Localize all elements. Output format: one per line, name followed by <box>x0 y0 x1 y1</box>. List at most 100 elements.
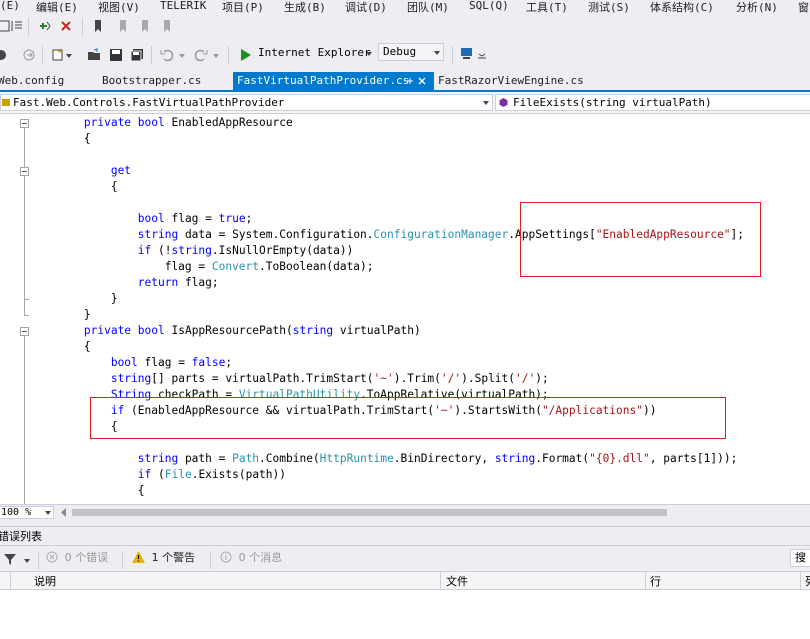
menu-item-telerik[interactable]: TELERIK <box>160 0 206 12</box>
highlight-box-appsettings <box>520 202 761 277</box>
back-icon[interactable] <box>0 48 8 62</box>
code-line[interactable]: bool flag = true; <box>30 211 253 227</box>
toolbar-separator <box>42 46 43 64</box>
add-comment-icon[interactable] <box>38 19 52 33</box>
prev-bookmark-icon[interactable] <box>114 19 128 33</box>
code-line[interactable]: if (File.Exists(path)) <box>30 467 286 483</box>
chevron-down-icon <box>45 511 51 515</box>
save-icon[interactable] <box>109 48 123 62</box>
menu-item-project[interactable]: 项目(P) <box>222 0 264 14</box>
code-line[interactable]: { <box>30 131 91 147</box>
close-icon[interactable] <box>418 77 426 85</box>
format-icon[interactable] <box>10 19 24 33</box>
error-icon <box>46 551 58 563</box>
redo-icon[interactable] <box>194 48 208 62</box>
code-line[interactable]: flag = Convert.ToBoolean(data); <box>30 259 374 275</box>
fold-toggle[interactable] <box>20 119 29 128</box>
panel-splitter[interactable] <box>0 520 810 527</box>
clear-bookmarks-icon[interactable] <box>158 19 172 33</box>
solution-configuration-value: Debug <box>383 45 417 58</box>
run-target-label[interactable]: Internet Explorer <box>258 46 371 59</box>
menu-item-analyze[interactable]: 分析(N) <box>736 0 778 14</box>
column-separator[interactable] <box>645 572 646 590</box>
bookmark-icon[interactable] <box>91 19 105 33</box>
editor-gutter <box>0 114 14 504</box>
save-all-icon[interactable] <box>130 48 144 62</box>
toolbar-top <box>0 14 810 40</box>
column-separator[interactable] <box>10 572 11 590</box>
menu-item-view[interactable]: 视图(V) <box>98 0 140 14</box>
warnings-filter-button[interactable]: 1 个警告 <box>132 549 195 565</box>
code-line[interactable]: private bool IsAppResourcePath(string vi… <box>30 323 421 339</box>
menu-item-architecture[interactable]: 体系结构(C) <box>650 0 714 14</box>
tab-web-config[interactable]: Web.config <box>0 72 68 90</box>
messages-filter-button[interactable]: 0 个消息 <box>220 549 282 565</box>
column-separator[interactable] <box>440 572 441 590</box>
menu-item-sql[interactable]: SQL(Q) <box>469 0 509 12</box>
forward-icon[interactable] <box>22 48 36 62</box>
horizontal-scrollbar-thumb[interactable] <box>72 509 667 516</box>
code-line[interactable]: { <box>30 339 91 355</box>
menu-item-build[interactable]: 生成(B) <box>284 0 326 14</box>
column-description[interactable]: 说明 <box>34 573 56 590</box>
code-line[interactable]: string path = Path.Combine(HttpRuntime.B… <box>30 451 738 467</box>
code-line[interactable]: return flag; <box>30 275 219 291</box>
menu-item-edit-partial[interactable]: (E) <box>0 0 20 12</box>
new-project-icon[interactable] <box>51 48 65 62</box>
fold-toggle[interactable] <box>20 167 29 176</box>
tab-fast-virtual-path-provider[interactable]: FastVirtualPathProvider.cs <box>233 72 434 90</box>
scroll-left-icon[interactable] <box>60 508 68 517</box>
warning-icon <box>132 551 145 563</box>
type-dropdown[interactable]: Fast.Web.Controls.FastVirtualPathProvide… <box>0 94 493 111</box>
column-separator[interactable] <box>800 572 801 590</box>
info-icon <box>220 551 232 563</box>
code-line[interactable]: } <box>30 307 91 323</box>
menu-item-test[interactable]: 测试(S) <box>588 0 630 14</box>
new-project-dropdown-icon[interactable] <box>66 53 72 59</box>
code-line[interactable]: get <box>30 163 131 179</box>
open-file-icon[interactable] <box>87 48 101 62</box>
undo-dropdown-icon[interactable] <box>179 53 185 59</box>
toolbar-options-icon[interactable] <box>478 52 486 60</box>
menu-item-edit[interactable]: 编辑(E) <box>36 0 78 14</box>
code-line[interactable]: { <box>30 483 145 499</box>
filter-icon[interactable] <box>4 554 16 565</box>
menu-item-tools[interactable]: 工具(T) <box>526 0 568 14</box>
fold-end <box>24 299 29 300</box>
start-debugging-icon[interactable] <box>238 48 252 62</box>
code-line[interactable]: string[] parts = virtualPath.TrimStart('… <box>30 371 549 387</box>
menu-item-window[interactable]: 窗 <box>798 0 809 14</box>
code-line[interactable]: private bool EnabledAppResource <box>30 115 293 131</box>
search-error-list-input[interactable]: 搜 <box>790 549 810 567</box>
attach-process-icon[interactable] <box>460 46 474 60</box>
code-line[interactable]: if (!string.IsNullOrEmpty(data)) <box>30 243 354 259</box>
tab-fast-razor-view-engine[interactable]: FastRazorViewEngine.cs <box>434 72 588 90</box>
chevron-down-icon[interactable] <box>24 558 30 564</box>
chevron-down-icon <box>434 51 440 55</box>
code-line[interactable]: { <box>30 179 118 195</box>
fold-toggle[interactable] <box>20 327 29 336</box>
column-line[interactable]: 行 <box>650 573 661 590</box>
member-dropdown[interactable]: FileExists(string virtualPath) <box>495 94 810 111</box>
remove-comment-icon[interactable] <box>60 19 74 33</box>
menu-bar: (E) 编辑(E) 视图(V) TELERIK 项目(P) 生成(B) 调试(D… <box>0 0 810 14</box>
code-editor[interactable]: private bool EnabledAppResource { get { … <box>0 114 810 504</box>
toolbar-separator <box>122 551 123 569</box>
document-tabs: Web.config Bootstrapper.cs FastVirtualPa… <box>0 72 810 92</box>
undo-icon[interactable] <box>160 48 174 62</box>
menu-item-debug[interactable]: 调试(D) <box>345 0 387 14</box>
run-target-dropdown-icon[interactable] <box>366 51 372 57</box>
pin-icon[interactable] <box>405 77 414 86</box>
next-bookmark-icon[interactable] <box>136 19 150 33</box>
tab-bootstrapper[interactable]: Bootstrapper.cs <box>98 72 205 90</box>
column-col[interactable]: 列 <box>805 573 810 590</box>
errors-filter-button[interactable]: 0 个错误 <box>46 549 108 565</box>
class-icon <box>2 99 10 106</box>
zoom-select[interactable]: 100 % <box>0 506 54 519</box>
menu-item-team[interactable]: 团队(M) <box>407 0 449 14</box>
code-line[interactable]: } <box>30 291 118 307</box>
code-line[interactable]: bool flag = false; <box>30 355 232 371</box>
column-file[interactable]: 文件 <box>446 573 468 590</box>
redo-dropdown-icon[interactable] <box>213 53 219 59</box>
solution-configuration-select[interactable]: Debug <box>378 43 444 61</box>
